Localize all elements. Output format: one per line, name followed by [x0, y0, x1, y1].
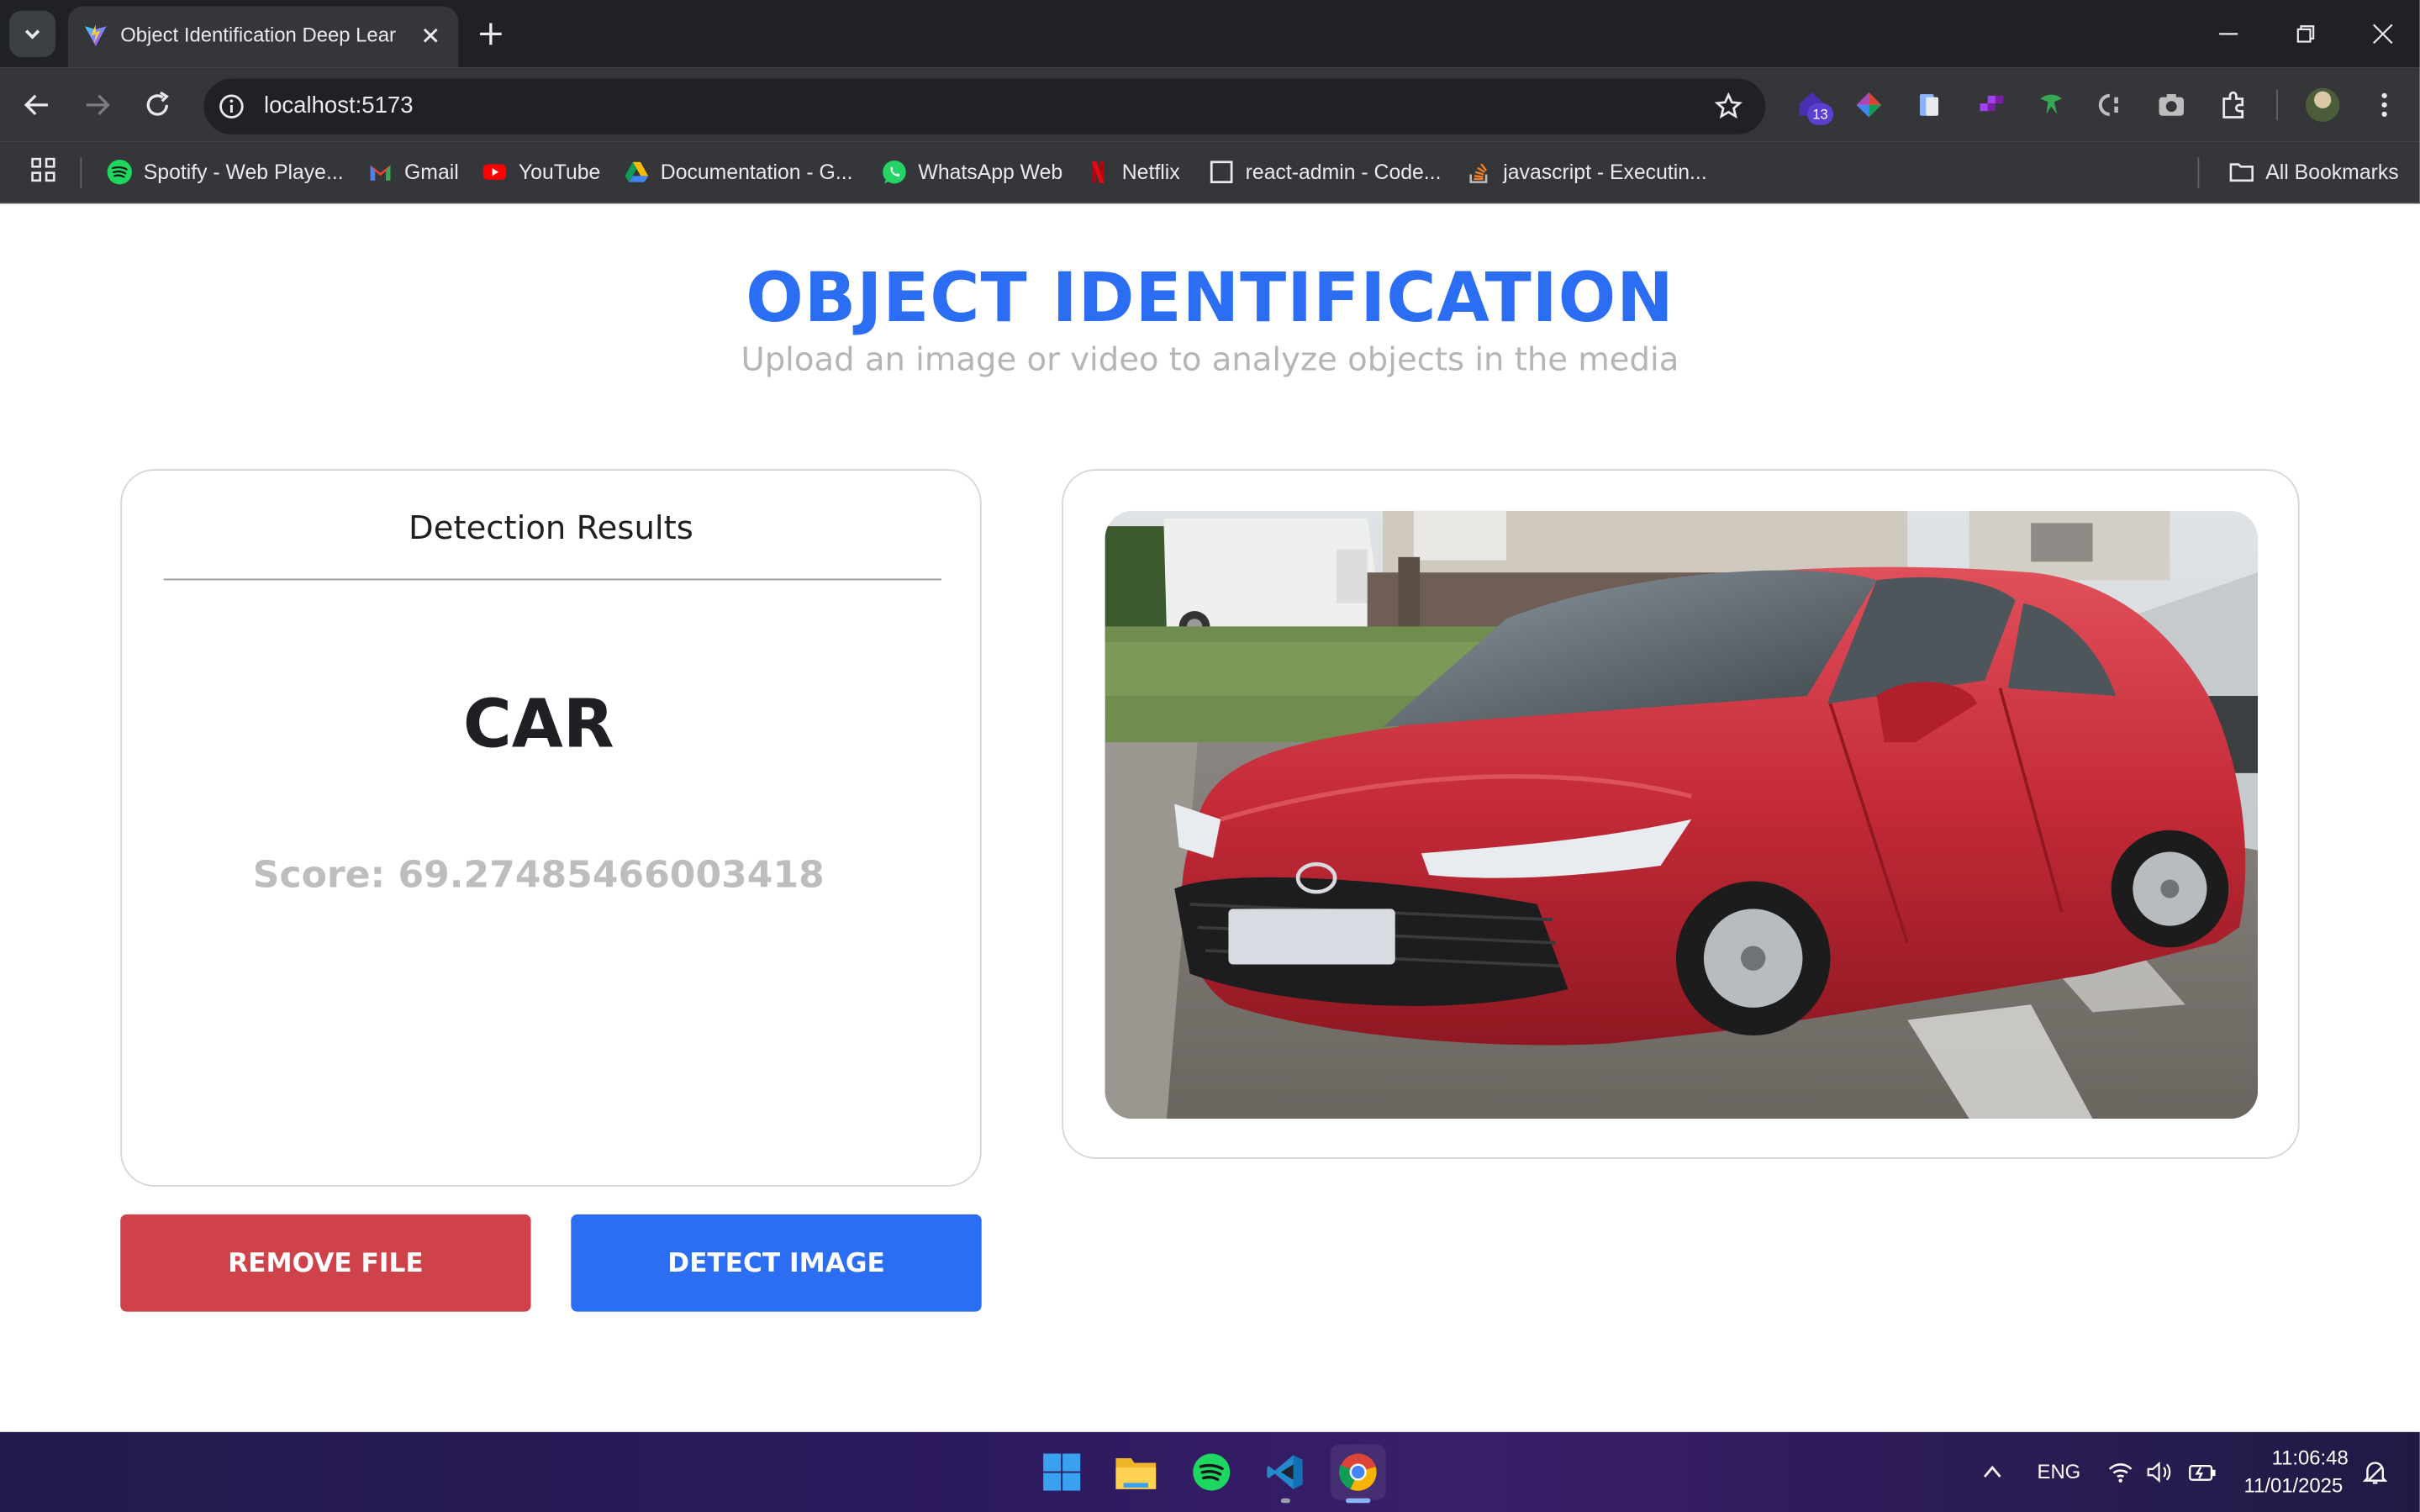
show-hidden-icons-chevron-icon[interactable] — [1980, 1460, 2005, 1484]
url-text: localhost:5173 — [263, 92, 414, 119]
start-button[interactable] — [1034, 1444, 1089, 1499]
detect-image-button[interactable]: DETECT IMAGE — [571, 1214, 982, 1312]
color-picker-extension-icon[interactable] — [1853, 89, 1885, 120]
language-indicator[interactable]: ENG — [2038, 1460, 2081, 1483]
forward-arrow-icon[interactable] — [79, 87, 116, 124]
tab-title: Object Identification Deep Lear — [120, 23, 396, 47]
active-indicator — [1345, 1498, 1371, 1504]
bookmark-javascript[interactable]: javascript - Executin... — [1466, 155, 1707, 188]
battery-charging-icon[interactable] — [2187, 1458, 2218, 1486]
close-window-icon[interactable] — [2367, 18, 2398, 50]
running-indicator — [1280, 1498, 1290, 1504]
netflix-icon — [1091, 160, 1105, 182]
bookmark-spotify[interactable]: Spotify - Web Playe... — [107, 155, 344, 188]
whatsapp-icon — [883, 160, 906, 183]
css-extension-icon[interactable] — [2096, 89, 2127, 120]
results-heading: Detection Results — [409, 508, 693, 546]
windows-taskbar: ENG 11:06:48 11/01/2025 — [0, 1431, 2420, 1512]
page-title: OBJECT IDENTIFICATION — [746, 259, 1674, 339]
bookmark-star-icon[interactable] — [1713, 91, 1744, 122]
red-car-photo — [1105, 510, 2259, 1120]
chrome-icon — [1339, 1453, 1377, 1491]
all-bookmarks-label: All Bookmarks — [2265, 160, 2399, 183]
bird-extension-icon[interactable] — [2036, 89, 2067, 120]
uploaded-image-preview — [1105, 510, 2259, 1120]
page-icon — [1210, 160, 1233, 183]
extension-badge: 13 — [1806, 103, 1834, 125]
bookmark-label: YouTube — [518, 160, 601, 183]
bookmark-documentation[interactable]: Documentation - G... — [624, 155, 853, 188]
chevron-down-icon — [24, 29, 40, 40]
notification-bell-icon[interactable] — [2361, 1458, 2389, 1486]
windows-start-icon — [1043, 1453, 1081, 1491]
bookmark-label: WhatsApp Web — [918, 160, 1063, 183]
bookmark-separator — [2197, 157, 2200, 188]
more-menu-icon[interactable] — [2369, 89, 2400, 120]
detected-object-label: CAR — [462, 687, 614, 764]
bookmarks-bar: Spotify - Web Playe... Gmail YouTube Doc… — [0, 141, 2420, 204]
address-bar[interactable]: localhost:5173 — [203, 78, 1766, 134]
clock-time[interactable]: 11:06:48 — [2272, 1446, 2349, 1469]
all-bookmarks-button[interactable]: All Bookmarks — [2228, 155, 2399, 188]
detection-results-card: Detection Results CAR Score: 69.27485466… — [120, 469, 982, 1187]
wifi-icon[interactable] — [2106, 1458, 2134, 1486]
browser-tab[interactable]: Object Identification Deep Lear — [67, 6, 459, 68]
bookmark-gmail[interactable]: Gmail — [367, 155, 459, 188]
bookmark-separator — [80, 157, 82, 188]
new-tab-plus-icon[interactable] — [472, 15, 509, 52]
taskbar-file-explorer[interactable] — [1108, 1444, 1163, 1499]
toolbar-separator — [2276, 89, 2278, 121]
youtube-icon — [482, 163, 507, 179]
bookmark-label: Spotify - Web Playe... — [143, 160, 344, 183]
volume-icon[interactable] — [2145, 1458, 2173, 1486]
remove-file-button[interactable]: REMOVE FILE — [120, 1214, 531, 1312]
folder-icon — [2229, 162, 2254, 182]
gmail-icon — [370, 164, 391, 180]
extension-button[interactable]: 13 — [1795, 87, 1835, 127]
vite-icon — [84, 24, 107, 47]
bookmark-netflix[interactable]: Netflix — [1085, 155, 1180, 188]
results-divider — [163, 578, 941, 581]
browser-toolbar: localhost:5173 13 — [0, 67, 2420, 142]
bookmark-label: Netflix — [1121, 160, 1180, 183]
extensions-puzzle-icon[interactable] — [2217, 89, 2249, 120]
profile-avatar[interactable] — [2305, 87, 2340, 123]
restore-icon[interactable] — [2291, 18, 2322, 50]
image-preview-card — [1062, 469, 2300, 1159]
apps-grid-icon[interactable] — [29, 155, 57, 183]
docs-extension-icon[interactable] — [1914, 89, 1945, 120]
reload-icon[interactable] — [139, 87, 176, 124]
site-info-icon[interactable] — [218, 92, 245, 120]
screenshot-camera-icon[interactable] — [2156, 89, 2187, 120]
minimize-icon[interactable] — [2213, 18, 2244, 50]
spotify-icon — [1193, 1453, 1231, 1491]
bookmark-label: Gmail — [404, 160, 459, 183]
app-page: OBJECT IDENTIFICATION Upload an image or… — [0, 203, 2420, 1432]
bookmark-react-admin[interactable]: react-admin - Code... — [1209, 155, 1442, 188]
bookmark-youtube[interactable]: YouTube — [482, 155, 600, 188]
file-explorer-icon — [1115, 1458, 1157, 1489]
close-icon[interactable] — [419, 24, 443, 48]
back-arrow-icon[interactable] — [18, 87, 55, 124]
browser-tab-bar: Object Identification Deep Lear — [0, 0, 2420, 68]
tab-search-button[interactable] — [9, 10, 56, 57]
google-drive-icon — [625, 161, 649, 182]
bookmark-label: javascript - Executin... — [1503, 160, 1707, 183]
page-subtitle: Upload an image or video to analyze obje… — [741, 340, 1679, 378]
taskbar-spotify[interactable] — [1184, 1444, 1239, 1499]
bookmark-label: react-admin - Code... — [1245, 160, 1442, 183]
stackoverflow-icon — [1469, 162, 1488, 183]
taskbar-chrome[interactable] — [1330, 1444, 1386, 1504]
taskbar-vscode[interactable] — [1257, 1444, 1313, 1504]
bookmark-label: Documentation - G... — [660, 160, 853, 183]
clock-date[interactable]: 11/01/2025 — [2244, 1473, 2344, 1497]
bookmark-whatsapp[interactable]: WhatsApp Web — [881, 155, 1062, 188]
vscode-icon — [1267, 1455, 1303, 1489]
detection-score: Score: 69.27485466003418 — [252, 853, 825, 897]
tetris-extension-icon[interactable] — [1975, 89, 2006, 120]
spotify-icon — [107, 159, 132, 184]
